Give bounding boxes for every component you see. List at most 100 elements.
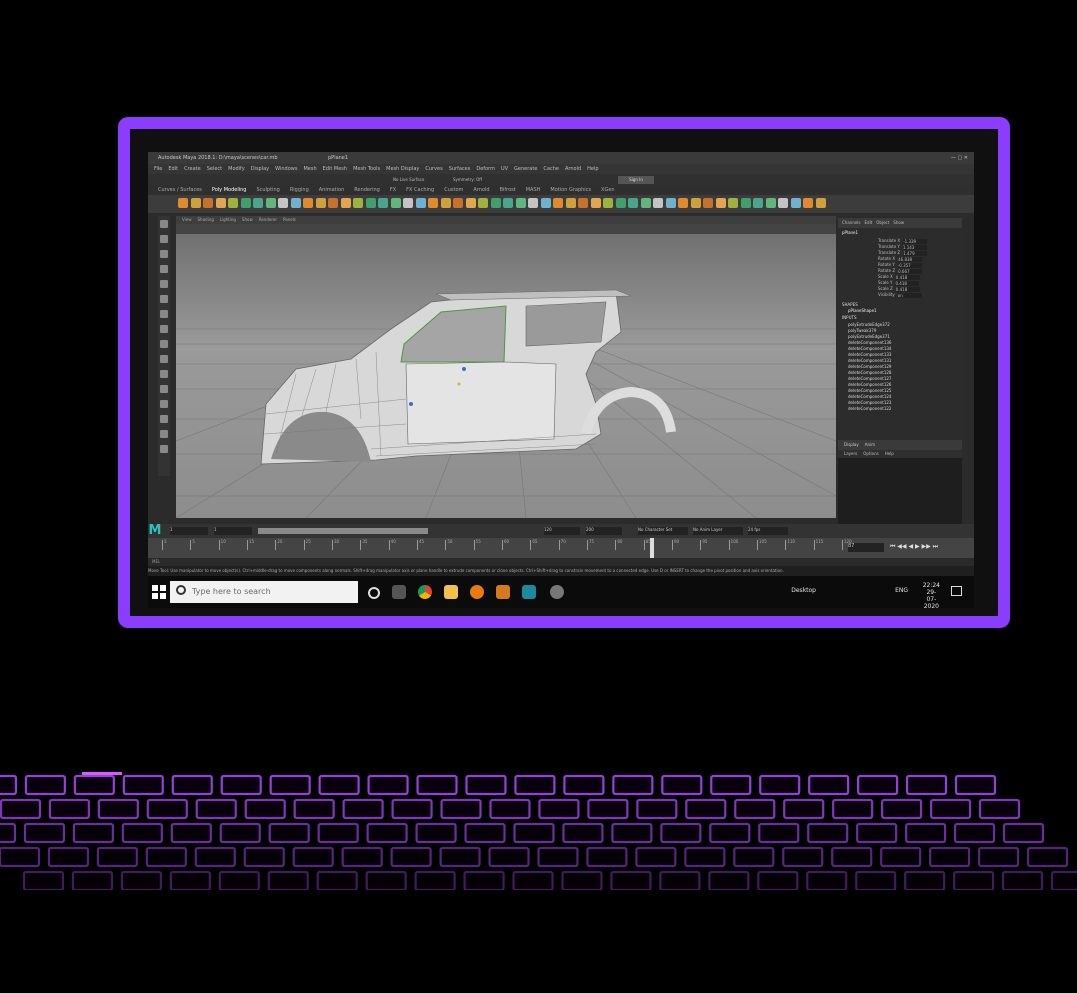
shelf-tool-icon[interactable] — [715, 198, 726, 208]
channel-attribute-row[interactable]: Translate Y 1.143 — [878, 244, 927, 250]
shelf-tool-icon[interactable] — [753, 198, 763, 208]
app-icon[interactable] — [496, 585, 510, 599]
tool-icon[interactable] — [160, 415, 168, 423]
shelf-tool-icon[interactable] — [653, 198, 663, 208]
menu-windows[interactable]: Windows — [275, 166, 297, 172]
window-controls[interactable]: — ▢ ✕ — [951, 152, 968, 164]
menu-surfaces[interactable]: Surfaces — [449, 166, 471, 172]
shape-name[interactable]: pPlaneShape1 — [848, 308, 877, 313]
menu-edit[interactable]: Edit — [168, 166, 178, 172]
tool-icon[interactable] — [160, 385, 168, 393]
tool-icon[interactable] — [160, 295, 168, 303]
shelf-tool-icon[interactable] — [603, 198, 613, 208]
channel-menu-edit[interactable]: Edit — [865, 220, 873, 225]
channel-attribute-row[interactable]: Rotate X 46.838 — [878, 256, 923, 262]
language-indicator[interactable]: ENG — [895, 587, 908, 594]
tool-icon[interactable] — [160, 325, 168, 333]
channel-menu-show[interactable]: Show — [893, 220, 904, 225]
taskbar-search[interactable]: Type here to search — [170, 581, 358, 603]
tool-icon[interactable] — [160, 235, 168, 243]
channel-attribute-row[interactable]: Translate Z 1.479 — [878, 250, 928, 256]
shelf-tool-icon[interactable] — [428, 198, 438, 208]
shelf-tool-icon[interactable] — [328, 198, 338, 208]
tool-icon[interactable] — [160, 310, 168, 318]
shelf-tool-icon[interactable] — [615, 198, 626, 208]
maya-taskbar-icon[interactable] — [522, 585, 536, 599]
attribute-value[interactable]: -0.357 — [897, 262, 922, 268]
tool-icon[interactable] — [160, 220, 168, 228]
channel-attribute-row[interactable]: Scale Y 0.418 — [878, 280, 920, 286]
car-mesh[interactable] — [260, 289, 676, 465]
file-explorer-icon[interactable] — [444, 585, 458, 599]
panel-menu-shading[interactable]: Shading — [198, 217, 214, 222]
attribute-value[interactable]: on — [897, 292, 922, 298]
shelf-tool-icon[interactable] — [478, 198, 488, 208]
shelf-tool-icon[interactable] — [415, 198, 426, 208]
task-view-icon[interactable] — [392, 585, 406, 599]
shelf-tool-icon[interactable] — [503, 198, 513, 208]
windows-start-icon[interactable] — [152, 585, 166, 599]
menu-edit-mesh[interactable]: Edit Mesh — [323, 166, 347, 172]
shelf-tool-icon[interactable] — [740, 198, 751, 208]
shelf-tool-icon[interactable] — [353, 198, 363, 208]
tool-icon[interactable] — [160, 355, 168, 363]
channel-attribute-row[interactable]: Rotate Y -0.357 — [878, 262, 922, 268]
channel-menu-object[interactable]: Object — [876, 220, 889, 225]
menu-modify[interactable]: Modify — [228, 166, 245, 172]
panel-menu-view[interactable]: View — [182, 217, 192, 222]
desktop-toolbar[interactable]: Desktop — [791, 587, 816, 594]
shelf-tab-curves-surfaces[interactable]: Curves / Surfaces — [158, 187, 202, 193]
command-line[interactable]: MEL — [148, 558, 974, 566]
tool-icon[interactable] — [160, 400, 168, 408]
tool-icon[interactable] — [160, 340, 168, 348]
history-node[interactable]: polyExtrudeEdge371 — [848, 334, 890, 339]
shelf-tab-xgen[interactable]: XGen — [601, 187, 615, 193]
shelf-tool-icon[interactable] — [365, 198, 376, 208]
shelf-tool-icon[interactable] — [303, 198, 313, 208]
fps-dropdown[interactable]: 24 fps — [748, 527, 788, 535]
history-node[interactable]: deleteComponent134 — [848, 346, 891, 351]
shelf-tool-icon[interactable] — [515, 198, 526, 208]
shelf-tool-icon[interactable] — [590, 198, 601, 208]
menu-mesh-display[interactable]: Mesh Display — [386, 166, 419, 172]
shelf-tool-icon[interactable] — [703, 198, 713, 208]
menu-curves[interactable]: Curves — [425, 166, 442, 172]
shelf-tab-bifrost[interactable]: Bifrost — [500, 187, 516, 193]
attribute-value[interactable]: 1.479 — [903, 250, 928, 256]
shelf-tool-icon[interactable] — [290, 198, 301, 208]
shelf-tool-icon[interactable] — [203, 198, 213, 208]
menu-file[interactable]: File — [154, 166, 162, 172]
attribute-value[interactable]: 1.143 — [902, 244, 927, 250]
history-node[interactable]: deleteComponent124 — [848, 394, 891, 399]
shelf-tool-icon[interactable] — [790, 198, 801, 208]
menu-mesh[interactable]: Mesh — [303, 166, 316, 172]
panel-menu-renderer[interactable]: Renderer — [259, 217, 277, 222]
shelf-tool-icon[interactable] — [640, 198, 651, 208]
sign-in-button[interactable]: Sign In — [618, 176, 654, 184]
clock[interactable]: 22:24 29-07-2020 — [923, 582, 940, 608]
history-node[interactable]: deleteComponent126 — [848, 382, 891, 387]
symmetry-dropdown[interactable]: Symmetry: Off — [453, 177, 482, 182]
channel-attribute-row[interactable]: Scale X 0.418 — [878, 274, 920, 280]
shelf-tool-icon[interactable] — [665, 198, 676, 208]
time-slider[interactable]: 87 ⏮ ◀◀ ◀ ▶ ▶▶ ⏭ 1 5 10 15 20 25 30 35 40 45 50 55 6… — [148, 538, 974, 558]
shelf-tool-icon[interactable] — [240, 198, 251, 208]
channel-menu-channels[interactable]: Channels — [842, 220, 861, 225]
shelf-tool-icon[interactable] — [390, 198, 401, 208]
tool-icon[interactable] — [160, 430, 168, 438]
shelf-tool-icon[interactable] — [440, 198, 451, 208]
menu-display[interactable]: Display — [251, 166, 269, 172]
shelf-tool-icon[interactable] — [278, 198, 288, 208]
range-start-2[interactable]: 1 — [214, 527, 252, 535]
layer-menu-options[interactable]: Options — [863, 451, 878, 456]
channel-attribute-row[interactable]: Scale Z 0.418 — [878, 286, 920, 292]
shelf-tab-custom[interactable]: Custom — [444, 187, 463, 193]
layer-menu-help[interactable]: Help — [885, 451, 894, 456]
shelf-tab-mash[interactable]: MASH — [526, 187, 541, 193]
notification-icon[interactable] — [951, 586, 962, 596]
history-node[interactable]: deleteComponent129 — [848, 364, 891, 369]
history-node[interactable]: polyExtrudeEdge372 — [848, 322, 890, 327]
shelf-tab-fx[interactable]: FX — [390, 187, 396, 193]
attribute-value[interactable]: 0.667 — [898, 268, 923, 274]
shelf-tool-icon[interactable] — [815, 198, 826, 208]
